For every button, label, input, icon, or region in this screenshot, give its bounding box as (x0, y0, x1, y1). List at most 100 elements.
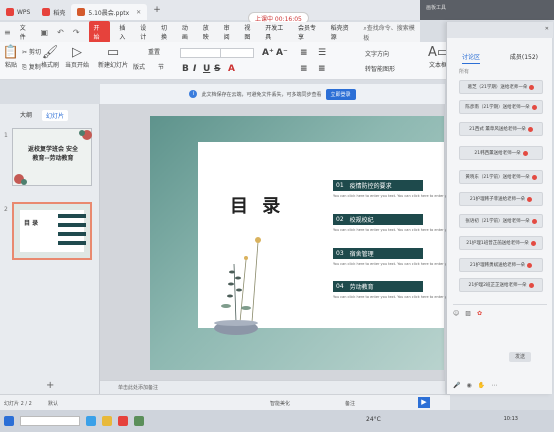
close-icon[interactable]: ✕ (136, 9, 141, 16)
menu-slideshow[interactable]: 放映 (203, 23, 215, 41)
italic-button[interactable]: I (193, 64, 196, 74)
convert-graphic-button[interactable]: 转智能图形 (365, 64, 395, 73)
tab-daoke[interactable]: 稻壳 (36, 4, 71, 20)
hand-icon[interactable]: ✋ (478, 382, 485, 389)
menu-search-label: 查找命令、搜索模板 (363, 24, 415, 42)
section-heading-1[interactable]: 01 疫情防控的要求 (333, 180, 423, 191)
panel-tabs: 讨论区 成员(152) (447, 52, 553, 64)
section-heading-2[interactable]: 02 校规校纪 (333, 214, 423, 225)
mic-icon[interactable]: 🎤 (453, 382, 460, 389)
list-item: 陈彦南（21学期）送给老师一朵 (459, 100, 543, 114)
app-icon[interactable] (134, 416, 144, 426)
align-left-icon[interactable]: ≡ (300, 48, 308, 58)
section-button[interactable]: 节 (158, 62, 164, 71)
layout-label: 版式 (133, 64, 146, 71)
tab-members[interactable]: 成员(152) (510, 52, 538, 64)
cut-button[interactable]: ✂ 剪切 (22, 47, 41, 56)
panel-filter[interactable]: 所有 (459, 68, 469, 75)
align-right-icon[interactable]: ≡ (318, 64, 326, 74)
section-label: 宿舍管理 (349, 251, 374, 258)
clock: 10:13 (503, 416, 518, 422)
menu-icon[interactable]: ≡ (4, 28, 11, 37)
menu-review[interactable]: 审阅 (224, 23, 236, 41)
undo-icon[interactable]: ↶ (57, 28, 64, 37)
tab-discussion[interactable]: 讨论区 (461, 52, 480, 64)
font-color-icon[interactable]: A (228, 64, 235, 74)
tab-slides[interactable]: 幻灯片 (42, 110, 69, 121)
font-shrink-icon[interactable]: A⁻ (276, 48, 288, 58)
slide-title[interactable]: 目 录 (230, 192, 284, 218)
slide-number: 2 (4, 206, 8, 213)
copy-button[interactable]: ⎘ 复制 (22, 62, 41, 72)
flower-send-icon[interactable]: ✿ (477, 310, 482, 317)
flower-icon (531, 174, 537, 180)
menu-start[interactable]: 开始 (88, 21, 111, 43)
windows-start-icon[interactable] (4, 416, 14, 426)
menu-design[interactable]: 设计 (140, 23, 152, 41)
menu-devtools[interactable]: 开发工具 (265, 23, 289, 41)
menu-transition[interactable]: 切换 (161, 23, 173, 41)
slideshow-play-icon[interactable]: ▶ (418, 397, 430, 408)
menu-bar: ≡ 文件 ▣ ↶ ↷ 开始 插入 设计 切换 动画 放映 审阅 视图 开发工具 … (0, 21, 420, 43)
redo-icon[interactable]: ↷ (73, 28, 80, 37)
layout-button[interactable]: 版式 (133, 62, 145, 71)
list-item: 葛芝（21学期）送给老师一朵 (459, 80, 543, 94)
browser-icon[interactable] (86, 416, 96, 426)
save-icon[interactable]: ▣ (41, 28, 49, 37)
text-box-button[interactable]: A▭ 文本框 (428, 46, 449, 70)
format-painter-button[interactable]: 🖌 格式刷 (40, 45, 60, 70)
menu-search[interactable]: ⌕查找命令、搜索模板 (363, 23, 420, 42)
strike-button[interactable]: S (214, 64, 220, 74)
drawing-tool-header: 画板工具 (420, 0, 554, 20)
add-slide-icon[interactable]: + (46, 380, 54, 391)
panel-close-icon[interactable]: ✕ (545, 26, 549, 32)
text-direction-button[interactable]: 文字方向 (365, 49, 389, 58)
list-icon[interactable]: ☰ (318, 48, 326, 58)
font-size-select[interactable] (220, 48, 254, 58)
slide-thumbnail-1[interactable]: 返校复学班会 安全教育--劳动教育 (12, 128, 92, 186)
emoji-icon[interactable]: ☺ (453, 310, 459, 317)
menu-insert[interactable]: 插入 (119, 23, 131, 41)
list-item: 张语初（21学前）送给老师一朵 (459, 214, 543, 228)
brush-icon: 🖌 (41, 45, 59, 60)
section-heading-4[interactable]: 04 劳动教育 (333, 281, 423, 292)
notes-button[interactable]: 备注 (345, 400, 355, 407)
menu-resources[interactable]: 稻壳资源 (331, 23, 355, 41)
new-slide-button[interactable]: ▭ 新建幻灯片 (98, 46, 128, 70)
new-tab-icon[interactable]: + (153, 5, 161, 15)
section-heading-3[interactable]: 03 宿舍管理 (333, 248, 423, 259)
menu-member[interactable]: 会员专享 (298, 23, 322, 41)
beautify-button[interactable]: 智能美化 (270, 400, 290, 407)
tab-wps[interactable]: WPS (0, 4, 36, 20)
underline-button[interactable]: U (203, 64, 210, 74)
taskbar-search[interactable] (20, 416, 80, 426)
status-bar: 幻灯片 2 / 2 默认 智能美化 备注 ▶ (0, 394, 450, 410)
wps-taskbar-icon[interactable] (118, 416, 128, 426)
flower-icon (522, 150, 528, 156)
list-item: 21护理2班芷芷送给老师一朵 (459, 278, 543, 292)
flower-decoration (14, 130, 92, 185)
font-grow-icon[interactable]: A⁺ (262, 48, 274, 58)
notes-area[interactable]: 单击此处添加备注 (100, 380, 445, 394)
bold-button[interactable]: B (182, 64, 189, 74)
login-button[interactable]: 立即登录 (325, 88, 356, 100)
paste-button[interactable]: 📋 粘贴 (2, 46, 20, 70)
notice-text: 此文档保存在云端，可避免文件丢失，可多端同步查看 (201, 91, 322, 98)
list-item: 21护理韩子菲送给老师一朵 (459, 192, 543, 206)
image-icon[interactable]: ▨ (465, 310, 471, 317)
align-center-icon[interactable]: ≡ (300, 64, 308, 74)
flower-icon (527, 126, 533, 132)
from-current-button[interactable]: ▷ 当页开始 (64, 46, 90, 70)
menu-file[interactable]: 文件 (20, 23, 32, 41)
menu-animation[interactable]: 动画 (182, 23, 194, 41)
send-button[interactable]: 发送 (509, 352, 531, 362)
slide-thumbnail-2[interactable]: 目 录 (12, 202, 92, 260)
message-text: 21西式 薰草风送给老师一朵 (469, 127, 526, 132)
tab-document[interactable]: 5.10晨会.pptx ✕ (71, 4, 148, 20)
tab-outline[interactable]: 大纲 (20, 110, 32, 121)
reset-button[interactable]: 重置 (148, 47, 160, 56)
menu-view[interactable]: 视图 (244, 23, 256, 41)
folder-icon[interactable] (102, 416, 112, 426)
camera-icon[interactable]: ◉ (466, 382, 471, 389)
more-icon[interactable]: ⋯ (491, 382, 497, 389)
